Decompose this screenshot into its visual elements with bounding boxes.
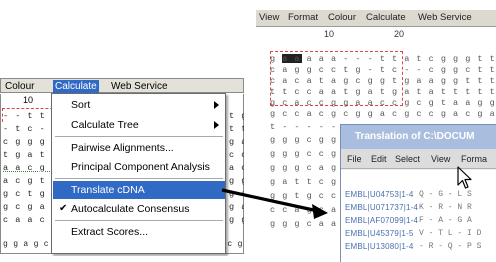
sequence-row: c g g g t: [3, 137, 58, 147]
list-item[interactable]: EMBL|U04753|1-4 Q - G - L S: [345, 190, 472, 199]
menu-item-principal-component-analysis[interactable]: Principal Component Analysis: [53, 158, 225, 176]
sequence-row: - t c - -: [3, 124, 58, 134]
dialog-menu-edit[interactable]: Edit: [371, 154, 387, 164]
sequence-row-right: g g: [229, 215, 244, 225]
menu-web-service[interactable]: Web Service: [418, 12, 472, 23]
dialog-menu-format[interactable]: Forma: [461, 154, 487, 164]
ruler-label: 10: [23, 95, 34, 105]
menu-item-sort[interactable]: Sort: [53, 96, 225, 114]
amino-acids: K - R - N R: [419, 203, 472, 212]
sequence-row: g c c a c g c g g a c g c c g a c g a c …: [270, 109, 496, 119]
checkmark-icon: ✔: [59, 203, 68, 214]
ruler-label: 20: [394, 29, 405, 39]
sequence-row: g c t g c: [3, 189, 58, 199]
menu-item-label: Pairwise Alignments...: [71, 142, 174, 154]
sequence-row: c a c a t a g c g g t g a a g g t t t c …: [270, 76, 496, 86]
menu-separator: [55, 136, 223, 137]
menu-calculate[interactable]: Calculate: [366, 12, 406, 23]
sequence-row-right: a c: [229, 163, 244, 173]
amino-acids: - R - Q - P S: [419, 242, 482, 251]
menu-item-label: Sort: [71, 99, 91, 111]
menu-item-calculate-tree[interactable]: Calculate Tree: [53, 116, 225, 134]
sequence-id: EMBL|AF07099|1-4: [345, 216, 419, 225]
menu-calculate[interactable]: Calculate: [53, 80, 99, 93]
menu-item-autocalculate-consensus[interactable]: ✔ Autocalculate Consensus: [53, 200, 225, 218]
menu-item-label: Autocalculate Consensus: [71, 203, 190, 215]
sequence-id: EMBL|U13080|1-4: [345, 242, 414, 251]
left-application-window: Colour Calculate Web Service 10 - - t t …: [0, 78, 244, 256]
sequence-row-right: g a: [229, 202, 244, 212]
sequence-id: EMBL|U45379|1-5: [345, 229, 414, 238]
dialog-title[interactable]: Translation of C:\DOCUM: [341, 125, 496, 149]
menu-web-service[interactable]: Web Service: [109, 80, 170, 93]
sequence-row: - - t t a: [3, 111, 58, 121]
menu-item-label: Principal Component Analysis: [71, 161, 210, 173]
sequence-row: t t c c a a t g a t g a t a t t t t t c …: [270, 87, 496, 97]
sequence-id: EMBL|U071737|1-4: [345, 203, 419, 212]
sequence-row: a a c g g: [3, 163, 58, 173]
dialog-menu-select[interactable]: Select: [395, 154, 420, 164]
menu-item-label: Calculate Tree: [71, 119, 139, 131]
menu-item-pairwise-alignments[interactable]: Pairwise Alignments...: [53, 139, 225, 157]
sequence-row: c a g g c c t g - t c - - c g g c t t t …: [270, 65, 496, 75]
ruler-label: 10: [324, 29, 335, 39]
sequence-row-right: g g: [229, 176, 244, 186]
sequence-row-right: g a: [229, 137, 244, 147]
calculate-menu-dropdown: Sort Calculate Tree Pairwise Alignments.…: [51, 93, 226, 254]
sequence-row-right: t t: [229, 124, 244, 134]
menu-view[interactable]: View: [259, 12, 279, 23]
sequence-row: g a a a a a - - - t t a t c g g g t t t …: [270, 54, 496, 64]
menu-bar: Colour Calculate Web Service: [0, 78, 244, 93]
menu-item-label: Extract Scores...: [71, 226, 149, 238]
right-application-window: View Format Colour Calculate Web Service…: [256, 10, 496, 262]
sequence-row-right: c c: [229, 150, 244, 160]
menu-format[interactable]: Format: [288, 12, 318, 23]
amino-acids: F - A - G A: [419, 216, 472, 225]
menu-separator: [55, 220, 223, 221]
sequence-row: a c g t g: [3, 176, 58, 186]
sequence-row-right: g a: [229, 189, 244, 199]
menu-item-label: Translate cDNA: [71, 184, 145, 196]
translation-dialog: Translation of C:\DOCUM File Edit Select…: [340, 124, 496, 262]
sequence-row-right: t g: [229, 111, 244, 121]
sequence-row: g c g a c: [3, 202, 58, 212]
list-item[interactable]: EMBL|U13080|1-4 - R - Q - P S: [345, 242, 481, 251]
menu-colour[interactable]: Colour: [328, 12, 356, 23]
menu-separator: [55, 178, 223, 179]
submenu-arrow-icon: [214, 121, 219, 129]
list-item[interactable]: EMBL|U071737|1-4 K - R - N R: [345, 203, 472, 212]
sequence-id: EMBL|U04753|1-4: [345, 190, 414, 199]
sequence-row: t g a t a: [3, 150, 58, 160]
menu-item-extract-scores[interactable]: Extract Scores...: [53, 223, 225, 241]
submenu-arrow-icon: [214, 101, 219, 109]
amino-acids: Q - G - L S: [419, 190, 472, 199]
dialog-menu-view[interactable]: View: [431, 154, 450, 164]
sequence-row: c a a c t: [3, 215, 58, 225]
menu-colour[interactable]: Colour: [3, 80, 36, 93]
sequence-row: g c a c c g g a a c c g c g t a a g g g …: [270, 98, 496, 108]
menu-bar: View Format Colour Calculate Web Service: [256, 10, 496, 27]
mouse-pointer-icon: [457, 166, 472, 189]
dialog-menu-file[interactable]: File: [347, 154, 362, 164]
amino-acids: V - T L - I D: [419, 229, 482, 238]
list-item[interactable]: EMBL|U45379|1-5 V - T L - I D: [345, 229, 481, 238]
menu-item-translate-cdna[interactable]: Translate cDNA: [53, 181, 225, 199]
list-item[interactable]: EMBL|AF07099|1-4 F - A - G A: [345, 216, 472, 225]
